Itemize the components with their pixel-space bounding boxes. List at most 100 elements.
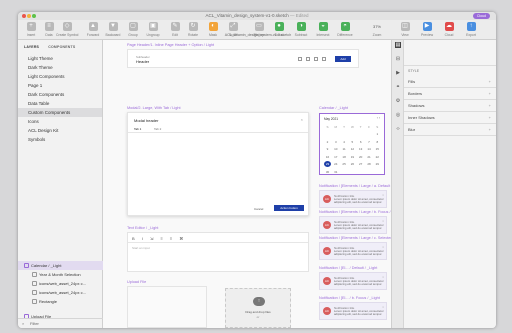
calendar-date: 28: [367, 162, 371, 166]
layer-label: icons/web_asset_24px c...: [39, 290, 86, 295]
calendar-date: 10: [334, 147, 338, 151]
calendar-date: 16: [325, 154, 330, 159]
inspector-panel: STYLE Fills + Borders + Shadows + Inner Shadow…: [403, 40, 496, 328]
notification-card[interactable]: AC Notification title Lorem ipsum dolor si…: [319, 272, 387, 290]
upload-dropzone[interactable]: ↑ Drag and drop files or: [225, 288, 291, 328]
artboard-label-text-editor[interactable]: Text Editor / _Light: [127, 226, 158, 230]
zoom-button[interactable]: 37% Zoom: [366, 22, 388, 37]
artboard-label-page-header[interactable]: Page Header/1. Inline Page Header + Opti…: [127, 43, 214, 47]
artboard-upload[interactable]: [127, 286, 207, 328]
page-item[interactable]: Icons: [18, 117, 102, 126]
calendar-date: 22: [375, 154, 379, 159]
toolbar-label: Forward: [86, 33, 100, 37]
layer-item[interactable]: Year & Month Selection: [18, 270, 103, 279]
page-item[interactable]: Symbols: [18, 135, 102, 144]
filter-field[interactable]: ⌕ Filter: [18, 318, 103, 328]
add-icon[interactable]: +: [489, 124, 491, 136]
artboard-label-notification[interactable]: Notification / [El... / Default / _Light: [319, 266, 377, 270]
page-item[interactable]: Light Components: [18, 72, 102, 81]
code-icon[interactable]: ‹›: [395, 126, 401, 132]
link-icon[interactable]: ⚭: [395, 84, 401, 90]
notification-card[interactable]: AC Notification title Lorem ipsum dolor si…: [319, 216, 387, 234]
canvas[interactable]: Page Header/1. Inline Page Header + Opti…: [103, 40, 391, 328]
toolbar-flatten-button[interactable]: ▭ Flatten: [248, 22, 270, 37]
add-icon[interactable]: +: [489, 76, 491, 88]
toolbar-forward-button[interactable]: ▲ Forward: [82, 22, 104, 37]
preview-button[interactable]: ▶ Preview: [416, 22, 438, 37]
play-icon[interactable]: ▶: [395, 70, 401, 76]
artboard-label-notification[interactable]: Notification / [Elements / Large / a. De…: [319, 184, 391, 188]
calendar-date: 13: [359, 147, 363, 151]
layer-item[interactable]: icons/web_asset_24px c...: [18, 288, 103, 297]
gear-icon[interactable]: ⚙: [395, 98, 401, 104]
page-item[interactable]: Dark Components: [18, 90, 102, 99]
page-item[interactable]: ACL Design Kit: [18, 126, 102, 135]
add-icon[interactable]: +: [489, 112, 491, 124]
calendar-weekday: T: [343, 125, 346, 129]
cloud-status-badge[interactable]: Cloud: [472, 13, 490, 19]
toolbar-label: Difference: [337, 33, 353, 37]
toolbar-rotate-button[interactable]: ↻ Rotate: [182, 22, 204, 37]
inspector-section-inner-shadows[interactable]: Inner Shadows +: [404, 112, 496, 124]
toolbar-intersect-button[interactable]: ◒ Intersect: [312, 22, 334, 37]
view-button[interactable]: ◫ View: [394, 22, 416, 37]
modal-tab-2: Tab 2: [154, 127, 162, 131]
artboard-label-upload[interactable]: Upload File: [127, 280, 146, 284]
tab-layers[interactable]: LAYERS: [24, 45, 39, 49]
artboard-page-header[interactable]: Subheader Header Add: [127, 49, 359, 68]
toolbar-create-symbol-button[interactable]: ◇ Create Symbol: [56, 22, 78, 37]
plus-icon: +: [26, 22, 36, 31]
add-icon[interactable]: +: [489, 100, 491, 112]
align-icon[interactable]: ▤: [395, 42, 401, 48]
calendar-date: 12: [350, 147, 355, 151]
inspector-section-borders[interactable]: Borders +: [404, 88, 496, 100]
tab-components[interactable]: COMPONENTS: [48, 45, 75, 49]
notification-card[interactable]: AC Notification title Lorem ipsum dolor si…: [319, 302, 387, 320]
toolbar-label: Scale: [228, 33, 238, 37]
page-item[interactable]: Page 1: [18, 81, 102, 90]
text-editor-toolbar: B I ⇲ ≡ ≡ ⌘: [132, 236, 187, 241]
artboard-label-notification[interactable]: Notification / [El... / b. Focus / _Ligh…: [319, 296, 380, 300]
toolbar-difference-button[interactable]: ◓ Difference: [334, 22, 356, 37]
export-button[interactable]: ↑ Export: [460, 22, 482, 37]
toolbar-mask-button[interactable]: ◐ Mask: [202, 22, 224, 37]
calendar-date: 3: [334, 139, 337, 144]
artboard-calendar[interactable]: May 2021 ‹ › S M T W T F S 1 2 3 4 5 6 7 8 9 10 11 12 13 14 1…: [319, 113, 385, 175]
toolbar-union-button[interactable]: ● Union: [268, 22, 290, 37]
toolbar-ungroup-button[interactable]: ▣ Ungroup: [142, 22, 164, 37]
page-item[interactable]: Dark Theme: [18, 63, 102, 72]
layer-item[interactable]: icons/web_asset_24px c...: [18, 279, 103, 288]
cloud-icon: ☁: [444, 22, 454, 31]
toolbar-subtract-button[interactable]: ◑ Subtract: [290, 22, 312, 37]
add-icon[interactable]: +: [489, 88, 491, 100]
calendar-date: 7: [368, 139, 370, 144]
target-icon[interactable]: ◎: [395, 112, 401, 118]
cloud-button[interactable]: ☁ Cloud: [438, 22, 460, 37]
toolbar-backward-button[interactable]: ▼ Backward: [102, 22, 124, 37]
page-item[interactable]: Data Table: [18, 99, 102, 108]
artboard-label-modal[interactable]: Modal/2. Large, With Tab / Light: [127, 106, 181, 110]
inspector-section-shadows[interactable]: Shadows +: [404, 100, 496, 112]
ungroup-icon: ▣: [148, 22, 158, 31]
distribute-icon[interactable]: ⊟: [395, 56, 401, 62]
toolbar-scale-button[interactable]: ⤢ Scale: [222, 22, 244, 37]
toolbar-label: Create Symbol: [56, 33, 79, 37]
calendar-weekday: M: [334, 125, 338, 129]
artboard-label-notification[interactable]: Notification / [Elements / Large / b. Fo…: [319, 210, 391, 214]
layer-item[interactable]: Rectangle: [18, 297, 103, 306]
artboard-text-editor[interactable]: B I ⇲ ≡ ≡ ⌘ Start an input: [127, 232, 309, 272]
page-item[interactable]: Light Theme: [18, 54, 102, 63]
inspector-section-blur[interactable]: Blur +: [404, 124, 496, 136]
window-title: ACL_Vitamin_design_system-v1-0.sketch — …: [205, 13, 309, 18]
artboard-modal[interactable]: Modal header × Tab 1 Tab 2 Cancel Action…: [127, 112, 309, 216]
artboard-label-calendar[interactable]: Calendar / _Light: [319, 106, 348, 110]
toolbar-label: Export: [466, 33, 476, 37]
toolbar-group-button[interactable]: ▢ Group: [122, 22, 144, 37]
page-item[interactable]: Custom Components: [18, 108, 102, 117]
notification-card[interactable]: AC Notification title Lorem ipsum dolor si…: [319, 242, 387, 260]
inspector-section-fills[interactable]: Fills +: [404, 76, 496, 88]
artboard-label-notification[interactable]: Notification / [Elements / Large / c. Se…: [319, 236, 391, 240]
notification-card[interactable]: AC Notification title Lorem ipsum dolor si…: [319, 190, 387, 208]
artboard-icon: [24, 263, 29, 268]
layer-item[interactable]: Calendar / _Light: [18, 261, 103, 270]
